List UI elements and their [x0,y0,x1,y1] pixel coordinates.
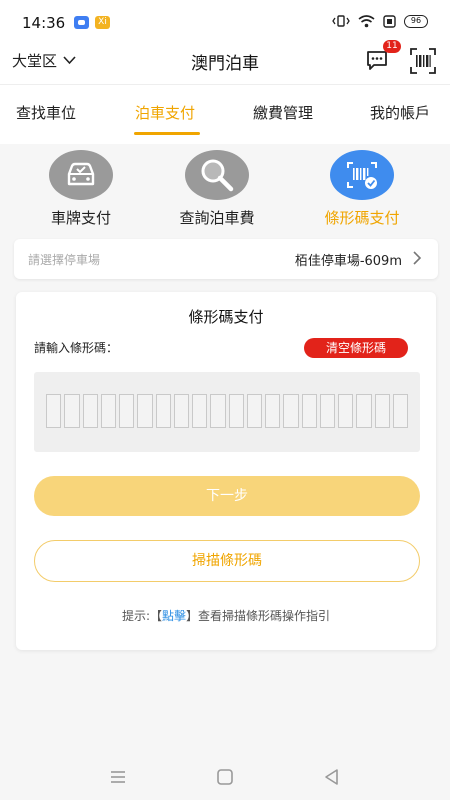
system-nav-bar [0,755,450,800]
digit-cell [64,394,80,428]
hint-prefix: 提示:【 [121,609,162,623]
barcode-scanner-icon[interactable] [410,48,436,74]
digit-cell [338,394,354,428]
digit-cell [100,394,116,428]
active-tab-indicator [134,132,200,135]
battery-indicator: 96 [404,14,428,28]
digit-cell [192,394,208,428]
status-time: 14:36 [22,14,66,32]
digit-cell [82,394,98,428]
digit-cell [374,394,390,428]
method-label: 車牌支付 [50,209,111,227]
digit-cell [392,394,408,428]
digit-cell [356,394,372,428]
menu-icon[interactable] [108,767,128,787]
back-icon[interactable] [322,767,342,787]
method-query-fee[interactable]: 查詢泊車費 [157,150,277,228]
barcode-input[interactable] [34,372,420,452]
main-tabs: 查找車位 泊車支付 繳費管理 我的帳戶 [0,84,450,144]
hint-link[interactable]: 點擊 [162,609,186,623]
hint-text: 提示:【點擊】查看掃描條形碼操作指引 [16,607,436,624]
digit-cell [46,394,62,428]
clear-barcode-button[interactable]: 清空條形碼 [304,338,408,358]
digit-cell [155,394,171,428]
scan-barcode-button[interactable]: 掃描條形碼 [34,540,420,582]
status-bar: 14:36 Xi 96 [0,0,450,44]
message-badge: 11 [383,40,401,53]
barcode-digit-cells [46,394,408,428]
parking-lot-selector[interactable]: 請選擇停車場 栢佳停車場-609m [14,239,438,279]
barcode-input-label: 請輸入條形碼： [34,341,119,355]
digit-cell [210,394,226,428]
digit-cell [246,394,262,428]
lot-placeholder: 請選擇停車場 [28,253,101,267]
notification-app-icon [74,16,89,29]
magnifier-icon [185,150,249,200]
tab-parking-payment[interactable]: 泊車支付 [135,102,195,123]
barcode-payment-card: 條形碼支付 請輸入條形碼： 清空條形碼 下一步 掃描條形碼 提示:【點擊】查看掃… [16,292,436,650]
car-icon [49,150,113,200]
chevron-right-icon [413,251,422,265]
status-icons: 96 [332,14,428,28]
method-barcode-payment[interactable]: 條形碼支付 [302,150,422,228]
digit-cell [228,394,244,428]
notification-xi-icon: Xi [95,16,110,29]
card-title: 條形碼支付 [188,308,264,326]
method-label: 條形碼支付 [324,209,400,227]
digit-cell [319,394,335,428]
tab-my-account[interactable]: 我的帳戶 [370,102,430,123]
app-header: 大堂区 澳門泊車 11 [0,40,450,84]
next-step-button[interactable]: 下一步 [34,476,420,516]
lot-selected-value: 栢佳停車場-609m [294,254,402,269]
payment-methods: 車牌支付 查詢泊車費 條形碼支付 [0,144,450,234]
digit-cell [137,394,153,428]
digit-cell [119,394,135,428]
wifi-icon [358,14,375,27]
digit-cell [265,394,281,428]
vibrate-icon [332,15,350,27]
method-plate-payment[interactable]: 車牌支付 [21,150,141,228]
digit-cell [283,394,299,428]
digit-cell [301,394,317,428]
method-label: 查詢泊車費 [179,209,255,227]
tab-payment-management[interactable]: 繳費管理 [253,102,313,123]
sim-icon [383,14,396,28]
hint-suffix: 】查看掃描條形碼操作指引 [186,609,331,623]
barcode-scan-icon [330,150,394,200]
tab-find-parking[interactable]: 查找車位 [16,102,76,123]
home-icon[interactable] [215,767,235,787]
digit-cell [173,394,189,428]
